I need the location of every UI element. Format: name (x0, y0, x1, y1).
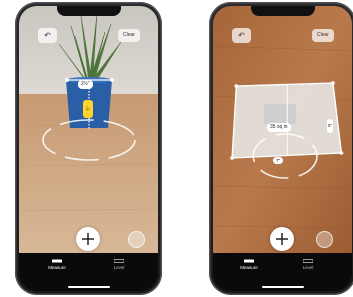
capture-button[interactable] (128, 231, 145, 248)
phone-notch (250, 6, 315, 16)
tab-measure-label: Measure (240, 265, 258, 270)
tab-level[interactable]: Level (99, 259, 139, 270)
home-indicator (261, 286, 304, 288)
clear-button[interactable]: Clear (312, 29, 334, 42)
undo-button[interactable]: ↶ (232, 28, 251, 43)
undo-button[interactable]: ↶ (38, 28, 57, 43)
plus-icon (276, 233, 288, 245)
screen-right: ↶ Clear 35 sq in 7" 5" Measure Level (213, 6, 352, 291)
measure-icon (52, 259, 62, 263)
phone-left: ↶ Clear 2½" 5" Measure Level (15, 2, 162, 295)
level-icon (114, 259, 124, 263)
clear-button-label: Clear (123, 32, 135, 38)
phone-right: ↶ Clear 35 sq in 7" 5" Measure Level (209, 2, 353, 295)
tab-measure-label: Measure (48, 265, 66, 270)
add-point-button[interactable] (270, 227, 294, 251)
phone-notch (56, 6, 121, 16)
tab-level-label: Level (302, 265, 314, 270)
vertical-measurement-text: 5" (85, 106, 91, 111)
level-icon (303, 259, 313, 263)
tab-level-label: Level (113, 265, 125, 270)
clear-button[interactable]: Clear (118, 29, 140, 42)
capture-button[interactable] (316, 231, 333, 248)
width-measurement-label[interactable]: 7" (273, 157, 284, 164)
height-measurement-label[interactable]: 5" (327, 119, 333, 133)
tab-bar: Measure Level (213, 253, 352, 291)
home-indicator (67, 286, 110, 288)
clear-button-label: Clear (317, 32, 329, 38)
tab-level[interactable]: Level (288, 259, 328, 270)
tab-measure[interactable]: Measure (37, 259, 77, 270)
measure-icon (244, 259, 254, 263)
undo-arrow-icon: ↶ (44, 31, 51, 40)
screen-left: ↶ Clear 2½" 5" Measure Level (19, 6, 158, 291)
add-point-button[interactable] (76, 227, 100, 251)
horizontal-measurement-label[interactable]: 2½" (78, 80, 93, 89)
tab-bar: Measure Level (19, 253, 158, 291)
plus-icon (82, 233, 94, 245)
vertical-measurement-label[interactable]: 5" (83, 100, 93, 118)
undo-arrow-icon: ↶ (238, 31, 245, 40)
area-measurement-label[interactable]: 35 sq in (267, 123, 291, 132)
tab-measure[interactable]: Measure (229, 259, 269, 270)
camera-view-plant (19, 6, 158, 253)
